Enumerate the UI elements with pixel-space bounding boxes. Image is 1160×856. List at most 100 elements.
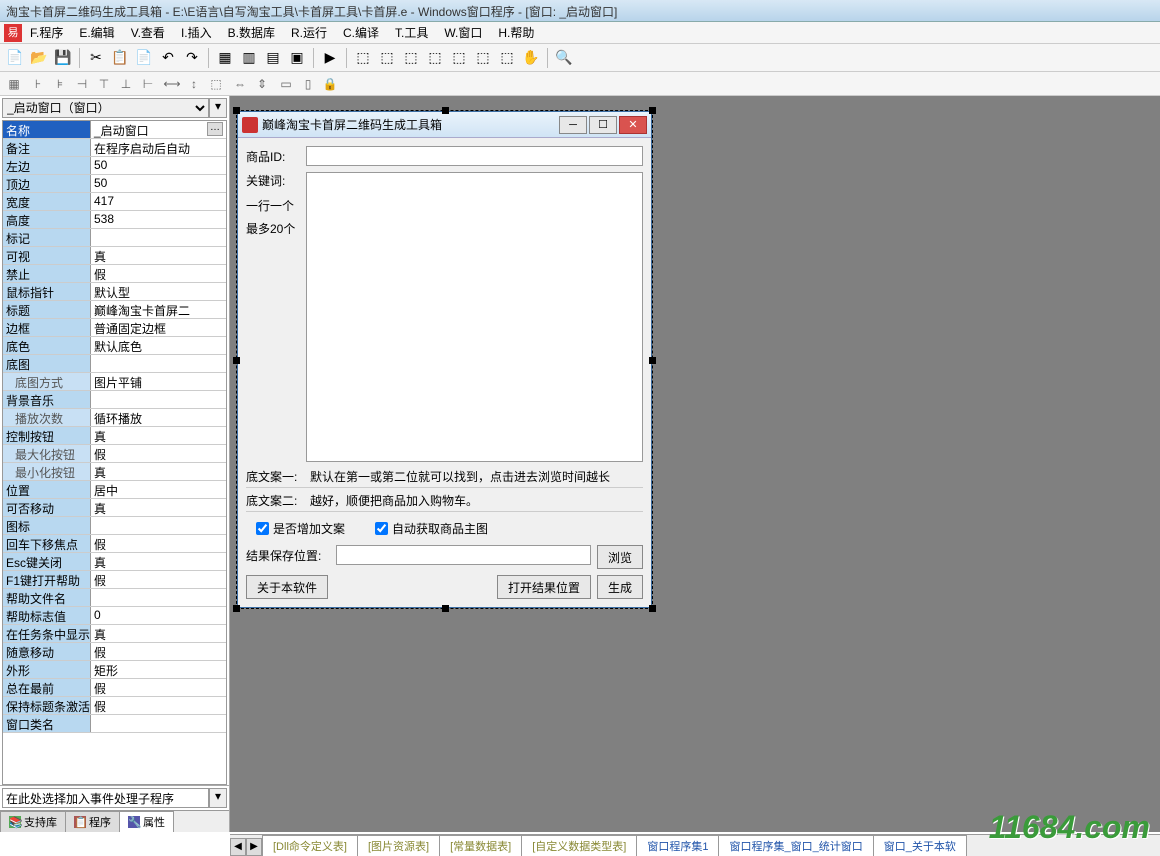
property-value[interactable]: 真 — [91, 625, 226, 642]
ellipsis-button[interactable]: … — [207, 122, 223, 136]
menu-tools[interactable]: T.工具 — [387, 22, 436, 43]
vspace-icon[interactable]: ⇕ — [252, 74, 272, 94]
menu-database[interactable]: B.数据库 — [220, 22, 283, 43]
resize-handle[interactable] — [442, 605, 449, 612]
property-value[interactable]: 50 — [91, 175, 226, 192]
property-row[interactable]: 名称_启动窗口… — [3, 121, 226, 139]
align-left-icon[interactable]: ⊦ — [28, 74, 48, 94]
property-row[interactable]: 在任务条中显示真 — [3, 625, 226, 643]
property-row[interactable]: 窗口类名 — [3, 715, 226, 733]
property-row[interactable]: 总在最前假 — [3, 679, 226, 697]
resize-handle[interactable] — [233, 357, 240, 364]
generate-button[interactable]: 生成 — [597, 575, 643, 599]
doc-tab[interactable]: [常量数据表] — [439, 835, 522, 856]
tab-support-lib[interactable]: 📚支持库 — [0, 811, 66, 832]
align-bottom-icon[interactable]: ⊢ — [138, 74, 158, 94]
open-result-button[interactable]: 打开结果位置 — [497, 575, 591, 599]
property-grid[interactable]: 名称_启动窗口…备注在程序启动后自动左边50顶边50宽度417高度538标记可视… — [2, 120, 227, 785]
dropdown-icon[interactable]: ▾ — [209, 788, 227, 808]
step6-icon[interactable]: ⬚ — [472, 47, 494, 69]
form-designer-canvas[interactable]: 巅峰淘宝卡首屏二维码生成工具箱 ─ ☐ ✕ 商品ID: 关键词: 一行一个 最 — [230, 96, 1160, 832]
resize-handle[interactable] — [233, 605, 240, 612]
property-value[interactable]: 50 — [91, 157, 226, 174]
property-value[interactable]: 假 — [91, 535, 226, 552]
property-value[interactable]: 循环播放 — [91, 409, 226, 426]
property-value[interactable]: _启动窗口… — [91, 121, 226, 138]
property-row[interactable]: 图标 — [3, 517, 226, 535]
property-row[interactable]: 备注在程序启动后自动 — [3, 139, 226, 157]
property-value[interactable] — [91, 517, 226, 534]
property-row[interactable]: 最大化按钮假 — [3, 445, 226, 463]
property-row[interactable]: 左边50 — [3, 157, 226, 175]
open-icon[interactable]: 📂 — [28, 47, 50, 69]
center-v-icon[interactable]: ▯ — [298, 74, 318, 94]
property-row[interactable]: 标题巅峰淘宝卡首屏二 — [3, 301, 226, 319]
property-row[interactable]: 宽度417 — [3, 193, 226, 211]
menu-run[interactable]: R.运行 — [283, 22, 335, 43]
property-row[interactable]: F1键打开帮助假 — [3, 571, 226, 589]
property-value[interactable]: 假 — [91, 697, 226, 714]
lock-icon[interactable]: 🔒 — [320, 74, 340, 94]
property-row[interactable]: Esc键关闭真 — [3, 553, 226, 571]
doc-tab[interactable]: 窗口_关于本软 — [873, 835, 967, 856]
tab-nav-next[interactable]: ▶ — [246, 838, 262, 856]
align-middle-icon[interactable]: ⊥ — [116, 74, 136, 94]
property-row[interactable]: 底色默认底色 — [3, 337, 226, 355]
property-row[interactable]: 帮助文件名 — [3, 589, 226, 607]
align-top-icon[interactable]: ⊤ — [94, 74, 114, 94]
designer-window[interactable]: 巅峰淘宝卡首屏二维码生成工具箱 ─ ☐ ✕ 商品ID: 关键词: 一行一个 最 — [236, 110, 653, 609]
property-value[interactable]: 假 — [91, 571, 226, 588]
copy-icon[interactable]: 📋 — [109, 47, 131, 69]
property-value[interactable]: 普通固定边框 — [91, 319, 226, 336]
menu-insert[interactable]: I.插入 — [173, 22, 220, 43]
save-icon[interactable]: 💾 — [52, 47, 74, 69]
auto-image-checkbox[interactable]: 自动获取商品主图 — [375, 520, 488, 537]
property-value[interactable]: 假 — [91, 643, 226, 660]
object-selector[interactable]: _启动窗口（窗口） — [2, 98, 209, 118]
menu-window[interactable]: W.窗口 — [436, 22, 490, 43]
new-icon[interactable]: 📄 — [4, 47, 26, 69]
property-value[interactable]: 默认型 — [91, 283, 226, 300]
center-h-icon[interactable]: ▭ — [276, 74, 296, 94]
about-button[interactable]: 关于本软件 — [246, 575, 328, 599]
step-icon[interactable]: ⬚ — [352, 47, 374, 69]
property-value[interactable]: 默认底色 — [91, 337, 226, 354]
property-row[interactable]: 鼠标指针默认型 — [3, 283, 226, 301]
property-row[interactable]: 禁止假 — [3, 265, 226, 283]
property-value[interactable]: 在程序启动后自动 — [91, 139, 226, 156]
save-location-input[interactable] — [336, 545, 591, 565]
resize-handle[interactable] — [442, 107, 449, 114]
step5-icon[interactable]: ⬚ — [448, 47, 470, 69]
property-value[interactable]: 巅峰淘宝卡首屏二 — [91, 301, 226, 318]
property-value[interactable]: 真 — [91, 427, 226, 444]
doc-tab[interactable]: 窗口程序集_窗口_统计窗口 — [718, 835, 873, 856]
align-center-icon[interactable]: ⊧ — [50, 74, 70, 94]
property-row[interactable]: 顶边50 — [3, 175, 226, 193]
add-text-checkbox[interactable]: 是否增加文案 — [256, 520, 345, 537]
keyword-textarea[interactable] — [306, 172, 643, 462]
property-row[interactable]: 播放次数循环播放 — [3, 409, 226, 427]
same-width-icon[interactable]: ⟷ — [162, 74, 182, 94]
doc-tab[interactable]: 窗口程序集1 — [636, 835, 719, 856]
property-value[interactable]: 居中 — [91, 481, 226, 498]
layout1-icon[interactable]: ▦ — [214, 47, 236, 69]
align-right-icon[interactable]: ⊣ — [72, 74, 92, 94]
property-row[interactable]: 控制按钮真 — [3, 427, 226, 445]
property-value[interactable]: 假 — [91, 445, 226, 462]
minimize-button[interactable]: ─ — [559, 116, 587, 134]
close-button[interactable]: ✕ — [619, 116, 647, 134]
menu-program[interactable]: F.程序 — [22, 22, 71, 43]
property-value[interactable]: 真 — [91, 463, 226, 480]
dropdown-icon[interactable]: ▾ — [209, 98, 227, 118]
property-row[interactable]: 位置居中 — [3, 481, 226, 499]
resize-handle[interactable] — [649, 357, 656, 364]
property-row[interactable]: 高度538 — [3, 211, 226, 229]
property-row[interactable]: 随意移动假 — [3, 643, 226, 661]
property-value[interactable]: 0 — [91, 607, 226, 624]
same-size-icon[interactable]: ⬚ — [206, 74, 226, 94]
redo-icon[interactable]: ↷ — [181, 47, 203, 69]
hspace-icon[interactable]: ⇔ — [230, 74, 250, 94]
find-icon[interactable]: 🔍 — [553, 47, 575, 69]
layout3-icon[interactable]: ▤ — [262, 47, 284, 69]
property-row[interactable]: 最小化按钮真 — [3, 463, 226, 481]
